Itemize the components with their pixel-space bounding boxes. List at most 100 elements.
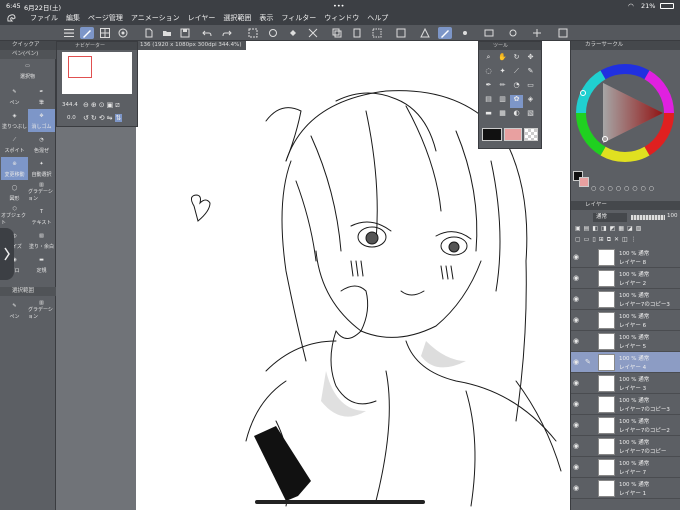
brush-size-icon[interactable]	[458, 27, 472, 39]
layer-row[interactable]: ◉ 100 % 通常 レイヤー 5	[571, 331, 680, 352]
dot-icon[interactable]: ○	[591, 185, 596, 192]
eyedropper-tool-icon[interactable]: ⟋	[510, 67, 523, 80]
frame-tool-icon[interactable]: ▦	[496, 109, 509, 122]
eye-icon[interactable]: ◉	[573, 484, 582, 493]
tool-text[interactable]: T テキスト	[28, 205, 55, 228]
color-wheel[interactable]	[575, 63, 675, 163]
text-tool-icon[interactable]: ✿	[510, 95, 523, 108]
menu-more-icon[interactable]: ⋮	[631, 236, 637, 244]
lasso-tool-icon[interactable]: ◌	[482, 67, 495, 80]
merge-icon[interactable]: ⊞	[599, 236, 604, 244]
layer-row[interactable]: ◉ 100 % 通常 レイヤー 1	[571, 478, 680, 499]
rotate-right-icon[interactable]: ↻	[91, 114, 97, 122]
flip-icon[interactable]: ⧄	[115, 101, 119, 110]
eye-icon[interactable]: ◉	[573, 358, 582, 367]
brush-tool-icon[interactable]: ✎	[524, 67, 537, 80]
zoom-in-icon[interactable]: ⊕	[91, 101, 97, 110]
transparent-swatch[interactable]	[524, 128, 538, 141]
opacity-slider[interactable]	[631, 215, 665, 220]
clip-icon[interactable]: ▤	[584, 225, 590, 232]
reference-layer-icon[interactable]: ◧	[592, 225, 598, 232]
sub-color-swatch[interactable]	[504, 128, 522, 141]
dot-icon[interactable]: ○	[632, 185, 637, 192]
deselect-icon[interactable]	[394, 27, 408, 39]
menu-file[interactable]: ファイル	[26, 13, 62, 23]
eye-icon[interactable]: ◉	[573, 442, 582, 451]
target-icon[interactable]	[116, 27, 130, 39]
panel-toggle-tab[interactable]	[0, 228, 14, 280]
color-layer-icon[interactable]: ◪	[627, 225, 633, 232]
menu-edit[interactable]: 編集	[62, 13, 84, 23]
layer-row[interactable]: ◉ 100 % 通常 レイヤー 6	[571, 310, 680, 331]
tool-brush[interactable]: ✒ 筆	[28, 85, 55, 108]
dot-icon[interactable]: ○	[616, 185, 621, 192]
tool-fill[interactable]: ◈ 塗りつぶし	[1, 109, 28, 132]
ruler-layer-icon[interactable]: ▦	[618, 225, 624, 232]
airbrush-tool-icon[interactable]: ✒	[482, 81, 495, 94]
layer-row[interactable]: ◉ 100 % 通常 レイヤー7のコピー2	[571, 415, 680, 436]
fit-icon[interactable]: ⊙	[99, 101, 105, 110]
eye-icon[interactable]: ◉	[573, 253, 582, 262]
mask-icon[interactable]: ◩	[610, 225, 616, 232]
hamburger-icon[interactable]	[62, 27, 76, 39]
figure-tool-icon[interactable]: ◈	[524, 95, 537, 108]
eye-icon[interactable]: ◉	[573, 421, 582, 430]
eye-icon[interactable]: ◉	[573, 337, 582, 346]
layer-row[interactable]: ◉ 100 % 通常 レイヤー 7	[571, 457, 680, 478]
menu-view[interactable]: 表示	[255, 13, 277, 23]
transform-icon[interactable]	[266, 27, 280, 39]
layer-property-icon[interactable]	[482, 27, 496, 39]
tool-figure[interactable]: ◯ 図形	[1, 181, 28, 204]
menu-help[interactable]: ヘルプ	[363, 13, 392, 23]
rotate-left-icon[interactable]: ↺	[83, 114, 89, 122]
eye-icon[interactable]: ◉	[573, 463, 582, 472]
tool-sel-gradient[interactable]: ▥ グラデーション	[28, 299, 55, 322]
navigator-zoom[interactable]: 344.4	[62, 102, 78, 108]
layer-row[interactable]: ◉ 100 % 通常 レイヤー 8	[571, 247, 680, 268]
menu-filter[interactable]: フィルター	[277, 13, 320, 23]
new-vector-icon[interactable]: ▭	[584, 236, 590, 244]
pan-icon[interactable]	[530, 27, 544, 39]
draft-icon[interactable]: ◨	[601, 225, 607, 232]
reference-icon[interactable]	[556, 27, 570, 39]
tool-auto-select[interactable]: ✦ 自動選択	[28, 157, 55, 180]
eye-icon[interactable]: ◉	[573, 295, 582, 304]
ruler-tool-icon[interactable]: ▬	[482, 109, 495, 122]
layer-row[interactable]: ◉ 100 % 通常 レイヤー7のコピー3	[571, 394, 680, 415]
layer-row[interactable]: ◉ 100 % 通常 レイヤー7のコピー3	[571, 289, 680, 310]
zoom-out-icon[interactable]: ⊖	[83, 101, 89, 110]
pen-tool-icon[interactable]	[80, 27, 94, 39]
fill-icon[interactable]	[286, 27, 300, 39]
navigator-viewport[interactable]	[68, 56, 92, 78]
main-color-swatch[interactable]	[482, 128, 502, 141]
pencil-tool-icon[interactable]: ✏	[496, 81, 509, 94]
sub-color-chip[interactable]	[579, 177, 589, 187]
tool-transform[interactable]: ⊕ 変更移動	[1, 157, 28, 180]
dot-icon[interactable]: ○	[624, 185, 629, 192]
tool-margin[interactable]: ▧ 塗り・余白	[28, 229, 55, 252]
eye-icon[interactable]: ◉	[573, 400, 582, 409]
dot-icon[interactable]: ○	[608, 185, 613, 192]
select-all-icon[interactable]	[370, 27, 384, 39]
tool-sel-pen[interactable]: ✎ ペン	[1, 299, 28, 322]
dot-icon[interactable]: ○	[649, 185, 654, 192]
menu-animation[interactable]: アニメーション	[127, 13, 184, 23]
rotate-tool-icon[interactable]: ↻	[510, 53, 523, 66]
trash-icon[interactable]: ✕	[614, 236, 619, 244]
new-raster-icon[interactable]: ▢	[575, 236, 581, 244]
tool-eyedropper[interactable]: ⟋ スポイト	[1, 133, 28, 156]
menu-layer[interactable]: レイヤー	[184, 13, 220, 23]
settings-icon[interactable]	[506, 27, 520, 39]
tool-select-object[interactable]: ▭ 選択物	[14, 59, 41, 82]
menu-window[interactable]: ウィンドウ	[320, 13, 363, 23]
gradient-tool-icon[interactable]: ▥	[496, 95, 509, 108]
layer-row[interactable]: ◉ 100 % 通常 レイヤー7のコピー	[571, 436, 680, 457]
dot-icon[interactable]: ○	[599, 185, 604, 192]
correct-tool-icon[interactable]: ▧	[524, 109, 537, 122]
undo-icon[interactable]	[200, 27, 214, 39]
invert-icon[interactable]	[418, 27, 432, 39]
dot-icon[interactable]: ○	[641, 185, 646, 192]
cut-icon[interactable]	[306, 27, 320, 39]
eraser-tool-icon[interactable]: ▭	[524, 81, 537, 94]
grid-icon[interactable]	[98, 27, 112, 39]
